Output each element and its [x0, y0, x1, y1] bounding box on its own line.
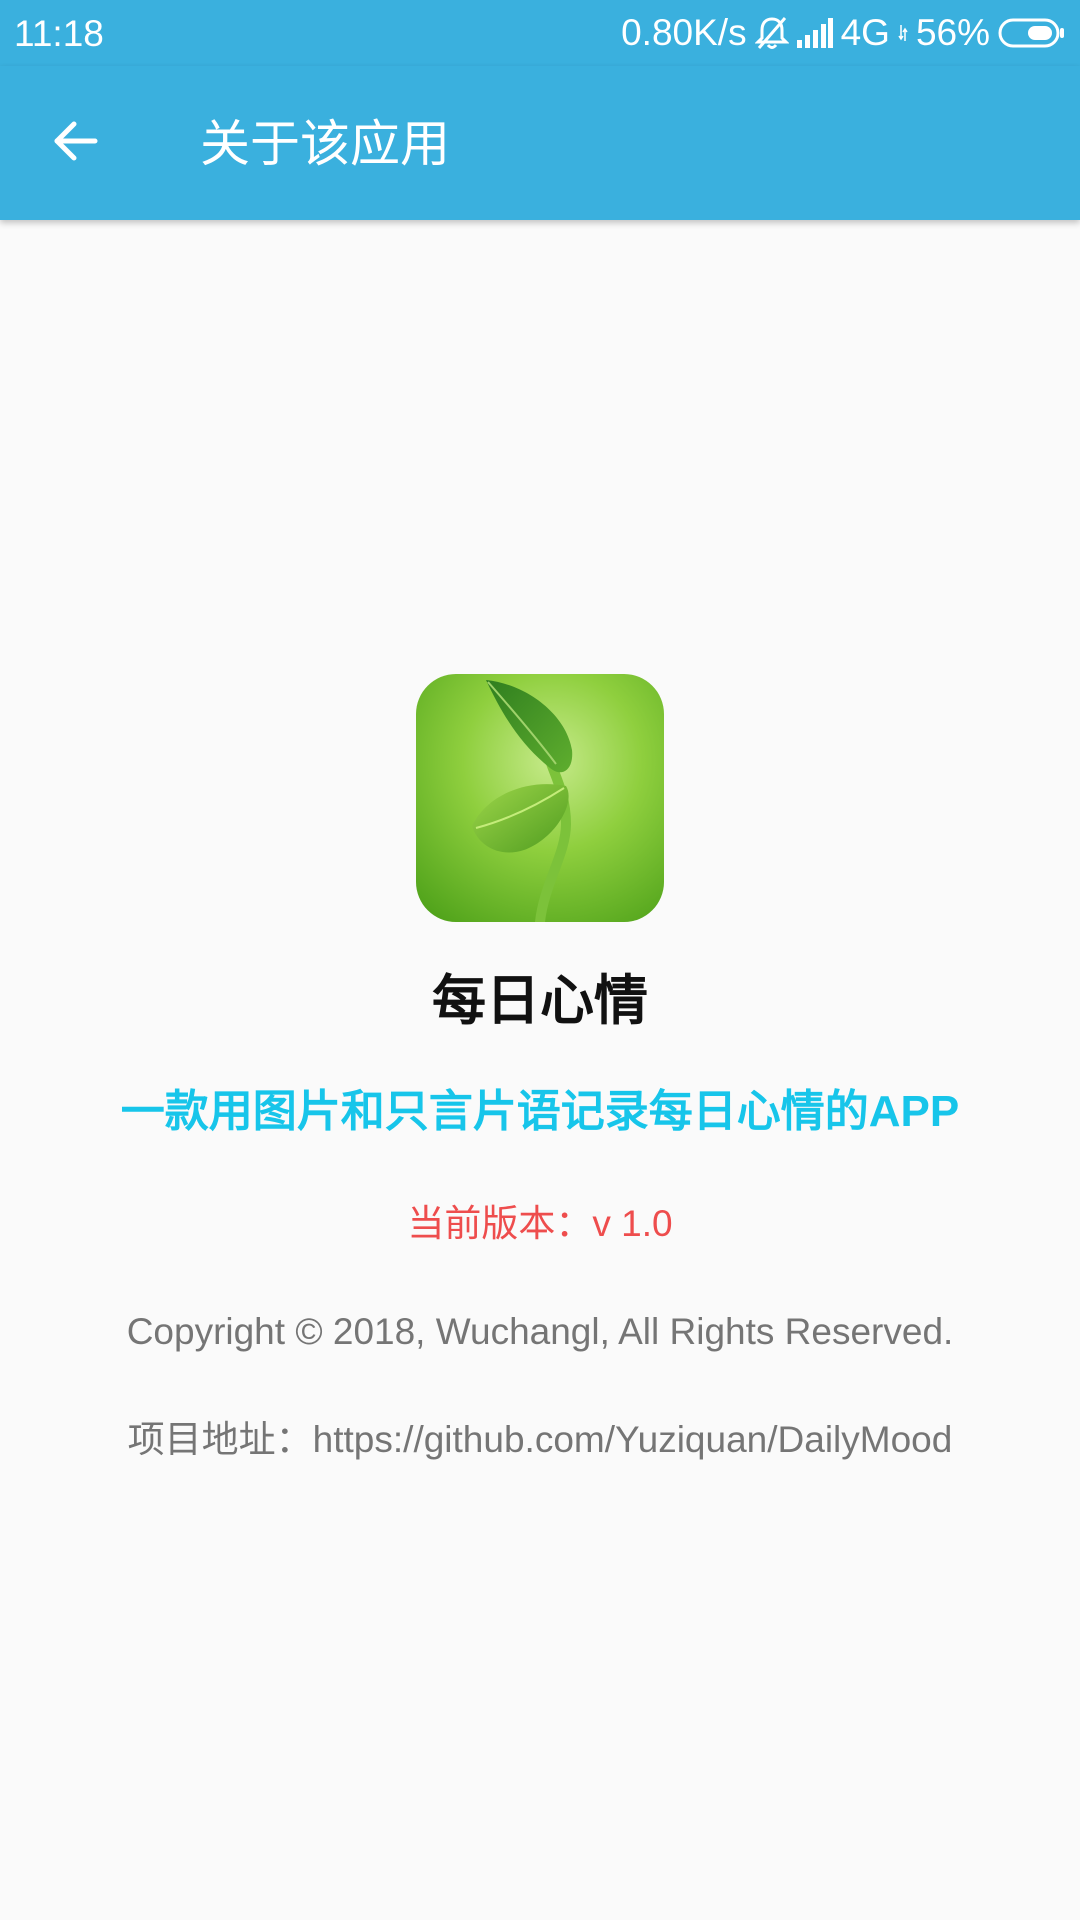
battery-icon: [998, 18, 1066, 48]
status-bar: 11:18 0.80K/s 4G 56%: [0, 0, 1080, 66]
app-logo: [416, 674, 664, 922]
back-button[interactable]: [38, 105, 114, 181]
sprout-leaf-icon: [416, 674, 664, 922]
arrow-left-icon: [51, 116, 101, 171]
network-speed: 0.80K/s: [621, 12, 747, 53]
app-version: 当前版本：v 1.0: [407, 1203, 673, 1244]
network-type: 4G: [840, 12, 890, 53]
status-indicators: 0.80K/s 4G 56%: [621, 11, 1066, 55]
status-time: 11:18: [14, 13, 104, 54]
app-bar: 关于该应用: [0, 66, 1080, 220]
app-name: 每日心情: [432, 971, 648, 1031]
page-title: 关于该应用: [200, 116, 450, 172]
battery-percent: 56%: [915, 12, 990, 53]
project-url-link[interactable]: 项目地址：https://github.com/Yuziquan/DailyMo…: [0, 1416, 1080, 1464]
signal-icon: [796, 18, 833, 48]
bell-off-icon: [754, 15, 789, 51]
data-transfer-icon: [898, 23, 908, 43]
copyright-text: Copyright © 2018, Wuchangl, All Rights R…: [126, 1311, 954, 1352]
app-tagline: 一款用图片和只言片语记录每日心情的APP: [120, 1087, 960, 1136]
